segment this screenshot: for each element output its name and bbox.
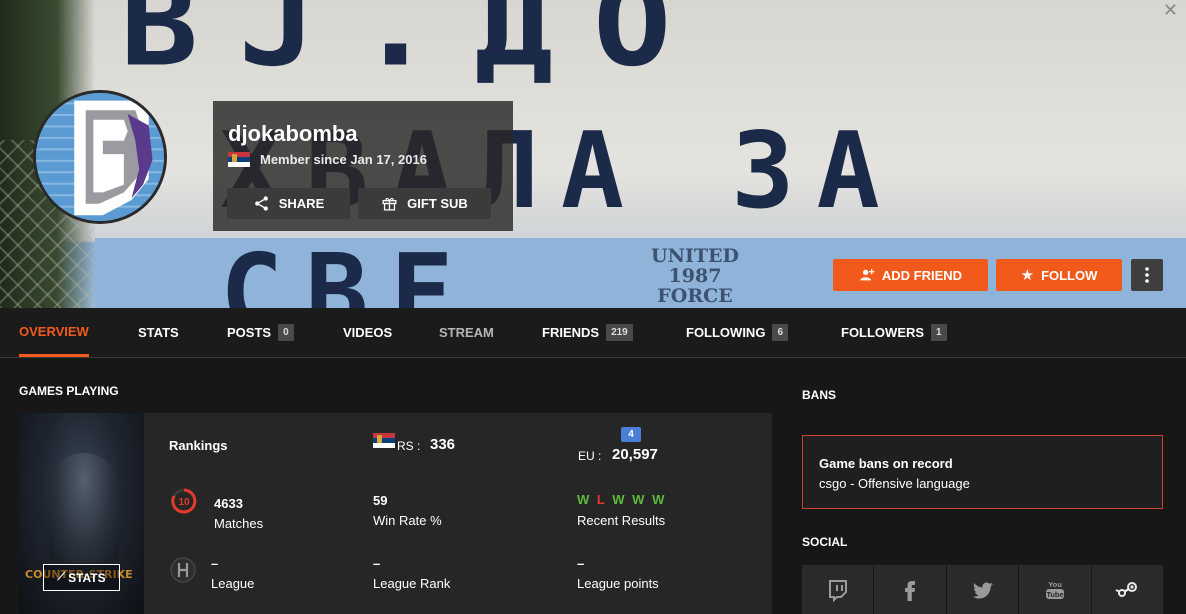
winrate-value: 59 [373, 493, 388, 508]
result-item: W [612, 492, 627, 507]
svg-text:You: You [1048, 580, 1062, 589]
serbia-flag-icon [373, 433, 395, 448]
tab-label: STREAM [439, 325, 494, 340]
steam-icon [1115, 581, 1138, 597]
avatar-image [36, 93, 164, 221]
star-icon: ★ [1020, 267, 1035, 284]
league-points-label: League points [577, 576, 659, 591]
username: djokabomba [228, 121, 358, 146]
result-item: L [596, 492, 607, 507]
twitter-icon [972, 582, 993, 598]
stats-chart-icon: ⟋ [57, 571, 66, 583]
social-link-twitter[interactable] [946, 565, 1019, 614]
matches-value: 4633 [214, 496, 243, 511]
profile-nav: OVERVIEW STATS POSTS 0 VIDEOS STREAM FRI… [0, 308, 1186, 358]
social-title: SOCIAL [802, 535, 848, 549]
tab-friends[interactable]: FRIENDS 219 [542, 308, 633, 357]
social-link-steam[interactable] [1091, 565, 1164, 614]
tab-overview[interactable]: OVERVIEW [19, 308, 89, 357]
friends-count-badge: 219 [606, 324, 633, 341]
social-link-youtube[interactable]: You Tube [1019, 565, 1091, 614]
eu-value: 20,597 [612, 446, 658, 463]
eu-label: EU : [578, 449, 602, 463]
region-icon: 4 [621, 427, 641, 442]
bans-record-box: Game bans on record csgo - Offensive lan… [802, 435, 1163, 509]
gift-sub-label: GIFT SUB [407, 196, 468, 211]
game-cover-image[interactable]: COUNTER-STRIKE ⟋ STATS [19, 413, 144, 614]
member-since: Member since Jan 17, 2016 [260, 152, 427, 167]
result-item: W [652, 492, 667, 507]
social-links: You Tube [802, 565, 1164, 614]
tab-label: FRIENDS [542, 325, 600, 340]
tab-label: OVERVIEW [19, 323, 89, 339]
tab-posts[interactable]: POSTS 0 [227, 308, 294, 357]
stencil-line: 1987 [668, 265, 722, 287]
stencil-line: UNITED [651, 245, 739, 267]
tab-videos[interactable]: VIDEOS [343, 308, 392, 357]
bans-record-title: Game bans on record [819, 456, 953, 471]
tab-label: FOLLOWING [686, 325, 766, 340]
bans-title: BANS [802, 388, 837, 402]
share-label: SHARE [278, 196, 325, 211]
follow-button[interactable]: ★ FOLLOW [996, 259, 1122, 291]
skill-level-icon: 10 [171, 488, 197, 514]
following-count-badge: 6 [772, 324, 788, 341]
tab-label: VIDEOS [343, 325, 393, 340]
tab-stats[interactable]: STATS [138, 308, 179, 357]
tab-followers[interactable]: FOLLOWERS 1 [841, 308, 947, 357]
share-icon [254, 196, 268, 211]
share-button[interactable]: SHARE [227, 188, 350, 219]
avatar[interactable] [33, 90, 167, 224]
game-stats-button[interactable]: ⟋ STATS [43, 564, 120, 591]
banner-graffiti-top: ВЈ.ДО [120, 0, 712, 93]
rankings-label: Rankings [169, 438, 228, 453]
followers-count-badge: 1 [931, 324, 947, 341]
result-item: W [577, 492, 592, 507]
stencil-line: FORCE [657, 285, 733, 307]
profile-header: djokabomba Member since Jan 17, 2016 SHA… [213, 101, 513, 231]
games-playing-title: GAMES PLAYING [19, 384, 119, 398]
rs-value: 336 [430, 436, 456, 453]
add-friend-label: ADD FRIEND [881, 267, 963, 283]
tab-label: STATS [138, 325, 179, 340]
add-user-icon [860, 269, 875, 281]
tab-label: FOLLOWERS [841, 325, 925, 340]
stats-button-label: STATS [68, 570, 106, 585]
recent-results-label: Recent Results [577, 513, 666, 528]
more-options-button[interactable] [1131, 259, 1163, 291]
banner-stencil: UNITED 1987 FORCE [640, 246, 750, 306]
winrate-label: Win Rate % [373, 513, 442, 528]
youtube-icon: You Tube [1045, 580, 1064, 599]
follow-label: FOLLOW [1041, 267, 1098, 283]
league-points-value: – [577, 556, 585, 571]
svg-text:Tube: Tube [1046, 590, 1063, 599]
cover-soldier [49, 453, 119, 563]
skill-level-value: 10 [178, 497, 190, 508]
facebook-icon [905, 580, 916, 601]
league-rank-label: League Rank [373, 576, 451, 591]
social-link-twitch[interactable] [802, 565, 874, 614]
rs-label: RS : [397, 439, 421, 453]
close-icon[interactable]: ✕ [1163, 0, 1178, 21]
bans-record-detail: csgo - Offensive language [819, 476, 970, 491]
league-rank-value: – [373, 556, 381, 571]
tab-label: POSTS [227, 325, 272, 340]
matches-label: Matches [214, 516, 264, 531]
serbia-flag-icon [228, 152, 250, 167]
tab-following[interactable]: FOLLOWING 6 [686, 308, 788, 357]
result-item: W [632, 492, 647, 507]
league-label: League [211, 576, 255, 591]
gift-sub-button[interactable]: GIFT SUB [358, 188, 491, 219]
twitch-icon [828, 579, 847, 602]
league-value: – [211, 556, 219, 571]
gift-icon [382, 197, 397, 211]
recent-results: W L W W W [577, 492, 666, 507]
league-icon [170, 557, 196, 583]
add-friend-button[interactable]: ADD FRIEND [833, 259, 988, 291]
posts-count-badge: 0 [278, 324, 294, 341]
kebab-menu-icon [1145, 267, 1149, 283]
social-link-facebook[interactable] [874, 565, 946, 614]
tab-stream[interactable]: STREAM [439, 308, 494, 357]
